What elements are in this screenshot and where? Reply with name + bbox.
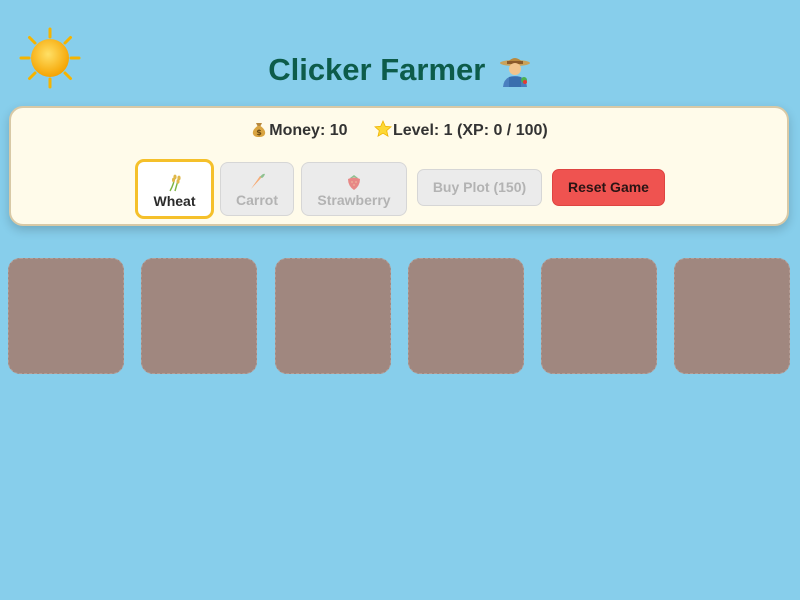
crop-label-strawberry: Strawberry xyxy=(317,192,391,208)
carrot-icon xyxy=(251,173,265,189)
farm-plot[interactable] xyxy=(541,258,657,374)
level-text: Level: 1 (XP: 0 / 100) xyxy=(392,122,548,139)
farm-plot[interactable] xyxy=(275,258,391,374)
level-stat: Level: 1 (XP: 0 / 100) xyxy=(374,120,548,140)
crop-button-carrot[interactable]: Carrot xyxy=(220,162,294,216)
game-title: Clicker Farmer xyxy=(268,52,486,87)
money-stat: $ Money: 10 xyxy=(250,120,348,140)
title-row: Clicker Farmer xyxy=(0,48,800,92)
game-screen: Clicker Farmer $ Money: 10 Level: 1 (XP:… xyxy=(0,0,800,600)
crop-label-wheat: Wheat xyxy=(153,193,196,209)
stats-bar: $ Money: 10 Level: 1 (XP: 0 / 100) xyxy=(11,120,787,140)
crop-label-carrot: Carrot xyxy=(235,192,278,208)
farm-plots xyxy=(8,258,792,374)
farmer-icon xyxy=(499,58,530,87)
reset-game-button[interactable]: Reset Game xyxy=(552,169,665,206)
farm-plot[interactable] xyxy=(408,258,524,374)
farm-plot[interactable] xyxy=(141,258,257,374)
wheat-icon xyxy=(168,174,181,192)
buy-plot-button[interactable]: Buy Plot (150) xyxy=(417,169,542,206)
strawberry-icon xyxy=(348,175,360,190)
farm-plot[interactable] xyxy=(8,258,124,374)
farm-plot[interactable] xyxy=(674,258,790,374)
crop-controls: Wheat Carrot Strawberry Buy Plot (150) R… xyxy=(11,158,787,220)
star-icon xyxy=(374,120,392,138)
svg-text:$: $ xyxy=(256,128,262,137)
crop-button-strawberry[interactable]: Strawberry xyxy=(301,162,407,216)
crop-button-wheat[interactable]: Wheat xyxy=(135,159,214,219)
money-text: Money: 10 xyxy=(269,122,348,139)
money-bag-icon: $ xyxy=(253,123,266,137)
control-panel: $ Money: 10 Level: 1 (XP: 0 / 100) Wheat… xyxy=(9,106,789,226)
